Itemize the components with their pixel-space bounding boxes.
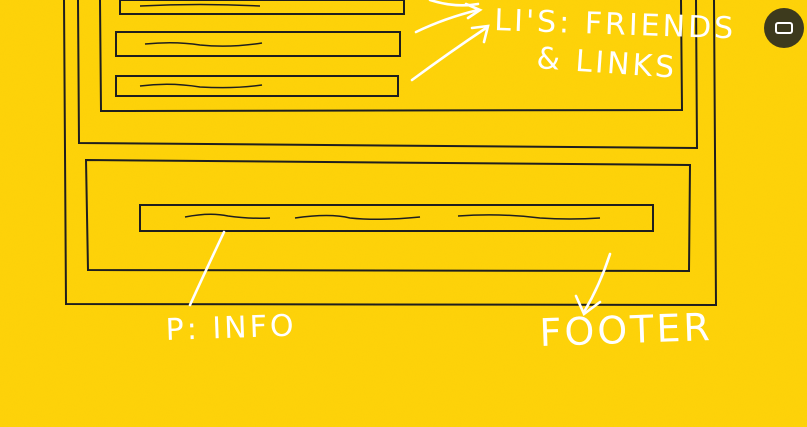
wireframe-sketch: LI'S: FRIENDS & LINKS P: INFO FOOTER bbox=[0, 0, 807, 427]
label-paragraph: P: INFO bbox=[165, 308, 297, 348]
fullscreen-icon bbox=[775, 22, 793, 34]
fullscreen-button[interactable] bbox=[764, 8, 804, 48]
sketch-canvas: LI'S: FRIENDS & LINKS P: INFO FOOTER bbox=[0, 0, 807, 427]
paper-texture bbox=[0, 0, 807, 427]
label-footer: FOOTER bbox=[539, 305, 714, 355]
